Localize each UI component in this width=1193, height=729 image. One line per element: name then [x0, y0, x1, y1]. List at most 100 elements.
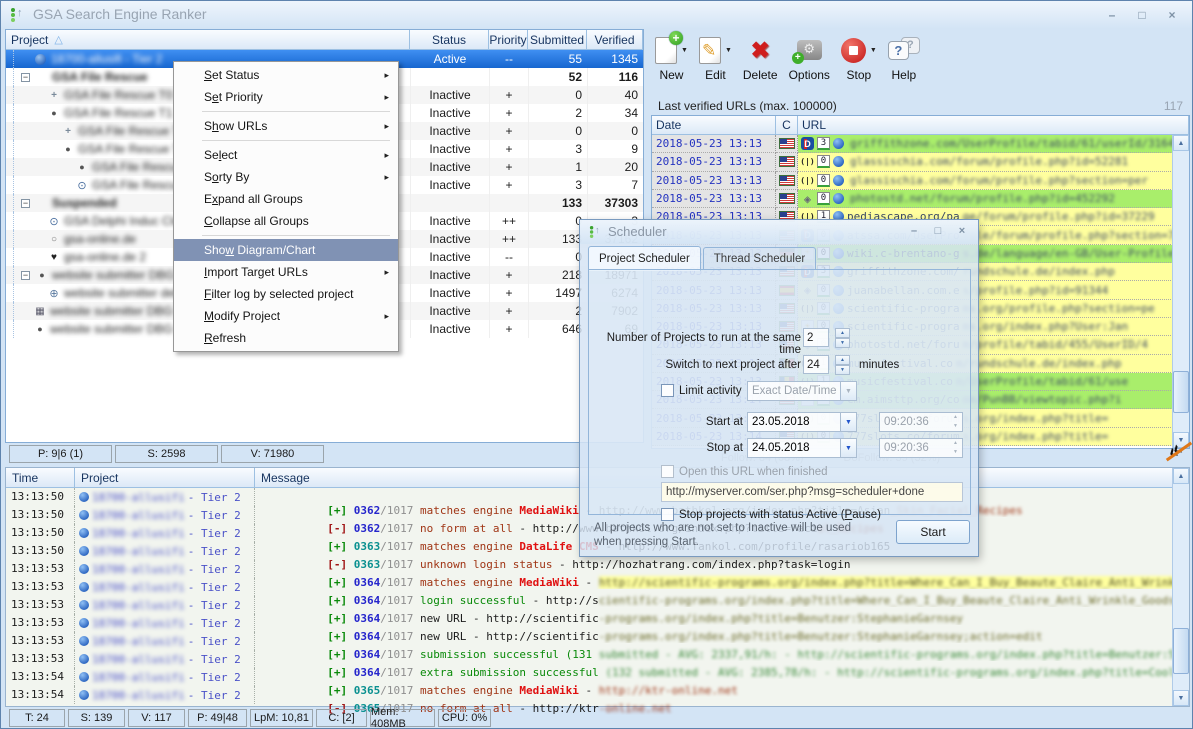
- context-menu-item[interactable]: Import Target URLs ▸: [174, 261, 398, 283]
- status-cell: Inactive: [410, 302, 489, 320]
- spin-down-icon[interactable]: ▼: [835, 338, 850, 348]
- switch-after-stepper[interactable]: ▲ ▼: [835, 355, 850, 375]
- column-header-time[interactable]: Time: [6, 468, 75, 488]
- url-row[interactable]: 2018-05-23 13:13 0 glassischia.com/forum…: [652, 171, 1189, 190]
- spin-up-icon[interactable]: ▲: [835, 355, 850, 365]
- tree-indent: [13, 176, 75, 194]
- spin-up-icon[interactable]: ▲: [835, 328, 850, 338]
- context-menu-item[interactable]: Sorty By ▸: [174, 166, 398, 188]
- url-row[interactable]: 2018-05-23 13:13 3 griffithzone.com/User…: [652, 135, 1189, 154]
- context-menu-item[interactable]: Expand all Groups ▸: [174, 188, 398, 210]
- limit-mode-select[interactable]: Exact Date/Time ▼: [747, 381, 857, 401]
- log-scrollbar[interactable]: ▲ ▼: [1172, 468, 1189, 706]
- urls-scrollbar[interactable]: ▲ ▼: [1172, 135, 1189, 448]
- open-url-checkbox[interactable]: [661, 465, 674, 478]
- dropdown-arrow-icon[interactable]: ▼: [840, 413, 856, 431]
- limit-activity-checkbox[interactable]: [661, 384, 674, 397]
- scheduler-maximize-button[interactable]: □: [928, 224, 948, 239]
- project-name: 18700-allusifi - Tier 2: [51, 52, 163, 66]
- switch-after-input[interactable]: [803, 355, 829, 374]
- log-project-tier: - Tier 2: [187, 616, 241, 630]
- context-menu-item[interactable]: Show URLs ▸: [174, 115, 398, 137]
- tree-expander-icon[interactable]: −: [21, 72, 30, 82]
- stop-date-select[interactable]: 24.05.2018 ▼: [747, 438, 857, 458]
- engine-icon: [801, 137, 814, 151]
- maximize-button[interactable]: □: [1130, 7, 1154, 24]
- context-menu-item[interactable]: Filter log by selected project ▸: [174, 283, 398, 305]
- options-button[interactable]: Options: [789, 32, 830, 92]
- edit-dropdown-icon[interactable]: ▼: [725, 47, 732, 54]
- stop-time-input[interactable]: 09:20:36 ▲ ▼: [879, 438, 963, 458]
- projects-count-input[interactable]: [803, 328, 829, 347]
- close-button[interactable]: ×: [1160, 7, 1184, 24]
- tab-thread-scheduler[interactable]: Thread Scheduler: [702, 247, 817, 270]
- spin-down-icon[interactable]: ▼: [835, 365, 850, 375]
- time-stepper[interactable]: ▲ ▼: [949, 413, 962, 431]
- minimize-button[interactable]: –: [1100, 7, 1124, 24]
- log-project: 18700-allusifi - Tier 2: [75, 506, 255, 524]
- bottom-status-bar: T: 24 S: 139 V: 117 P: 49|48 LpM: 10,81 C: [2…: [5, 706, 491, 728]
- url-row[interactable]: 2018-05-23 13:13 0 glassischia.com/forum…: [652, 153, 1189, 172]
- spin-up-icon[interactable]: ▲: [949, 439, 962, 448]
- log-project-name: 18700-allusifi: [92, 562, 185, 576]
- pause-projects-checkbox[interactable]: [661, 508, 674, 521]
- tree-expander-icon[interactable]: −: [21, 198, 30, 208]
- context-menu-item[interactable]: Collapse all Groups ▸: [174, 210, 398, 232]
- spin-up-icon[interactable]: ▲: [949, 413, 962, 422]
- column-header-date[interactable]: Date: [652, 116, 776, 135]
- scheduler-title-bar[interactable]: Scheduler – □ ×: [580, 220, 978, 244]
- delete-button[interactable]: ✖ Delete: [743, 32, 778, 92]
- new-dropdown-icon[interactable]: ▼: [681, 47, 688, 54]
- start-button[interactable]: Start: [896, 520, 970, 544]
- finish-url-input[interactable]: [661, 482, 963, 502]
- status-box: S: 2598: [115, 445, 218, 463]
- tab-project-scheduler[interactable]: Project Scheduler: [588, 246, 701, 271]
- column-header-project[interactable]: Project △: [6, 30, 410, 50]
- scheduler-minimize-button[interactable]: –: [904, 224, 924, 239]
- tree-expander-icon[interactable]: −: [21, 270, 30, 280]
- column-header-status[interactable]: Status: [410, 30, 489, 50]
- url-row[interactable]: 2018-05-23 13:13 0 photostd.net/forum/pr…: [652, 189, 1189, 209]
- scroll-up-icon[interactable]: ▲: [1173, 135, 1189, 151]
- scroll-down-icon[interactable]: ▼: [1173, 690, 1189, 706]
- project-name: gsa-online.de: [64, 232, 137, 246]
- proxy-disabled-icon[interactable]: [1165, 441, 1191, 463]
- start-time-input[interactable]: 09:20:36 ▲ ▼: [879, 412, 963, 432]
- help-button[interactable]: Help: [887, 32, 920, 92]
- spin-down-icon[interactable]: ▼: [949, 448, 962, 457]
- context-menu-item[interactable]: ▸: [174, 232, 398, 239]
- projects-status-bar: P: 9|6 (1) S: 2598 V: 71980: [5, 445, 324, 465]
- stop-dropdown-icon[interactable]: ▼: [870, 47, 877, 54]
- context-menu-item[interactable]: ▸: [174, 108, 398, 115]
- column-header-priority[interactable]: Priority: [489, 30, 528, 50]
- context-menu-item[interactable]: Show Diagram/Chart ▸: [174, 239, 398, 261]
- dropdown-arrow-icon[interactable]: ▼: [840, 439, 856, 457]
- log-row[interactable]: 13:13:54 18700-allusifi - Tier 2 [-] 036…: [6, 686, 1189, 715]
- spin-down-icon[interactable]: ▼: [949, 422, 962, 431]
- log-project-tier: - Tier 2: [187, 652, 241, 666]
- column-header-submitted[interactable]: Submitted: [528, 30, 587, 50]
- context-menu-item[interactable]: ▸: [174, 137, 398, 144]
- column-header-country[interactable]: C: [776, 116, 798, 135]
- context-menu-item[interactable]: Set Priority ▸: [174, 86, 398, 108]
- column-header-project[interactable]: Project: [75, 468, 255, 488]
- log-scrollbar-thumb[interactable]: [1173, 628, 1189, 674]
- dropdown-arrow-icon[interactable]: ▼: [840, 382, 856, 400]
- column-header-verified[interactable]: Verified: [587, 30, 643, 50]
- urls-scrollbar-thumb[interactable]: [1173, 371, 1189, 413]
- tree-indent: [13, 194, 21, 212]
- new-button[interactable]: ▼ New: [655, 30, 688, 92]
- context-menu-item[interactable]: Modify Project ▸: [174, 305, 398, 327]
- column-header-url[interactable]: URL: [798, 116, 1189, 135]
- time-stepper[interactable]: ▲ ▼: [949, 439, 962, 457]
- start-date-select[interactable]: 23.05.2018 ▼: [747, 412, 857, 432]
- scheduler-close-button[interactable]: ×: [952, 224, 972, 239]
- stop-button[interactable]: ▼ Stop: [840, 32, 877, 92]
- context-menu-item[interactable]: Refresh ▸: [174, 327, 398, 349]
- edit-button[interactable]: ▼ Edit: [698, 32, 732, 92]
- context-menu-item[interactable]: Set Status ▸: [174, 64, 398, 86]
- context-menu-item[interactable]: Select ▸: [174, 144, 398, 166]
- project-type-icon: [35, 53, 46, 65]
- scroll-up-icon[interactable]: ▲: [1173, 468, 1189, 484]
- projects-count-stepper[interactable]: ▲ ▼: [835, 328, 850, 348]
